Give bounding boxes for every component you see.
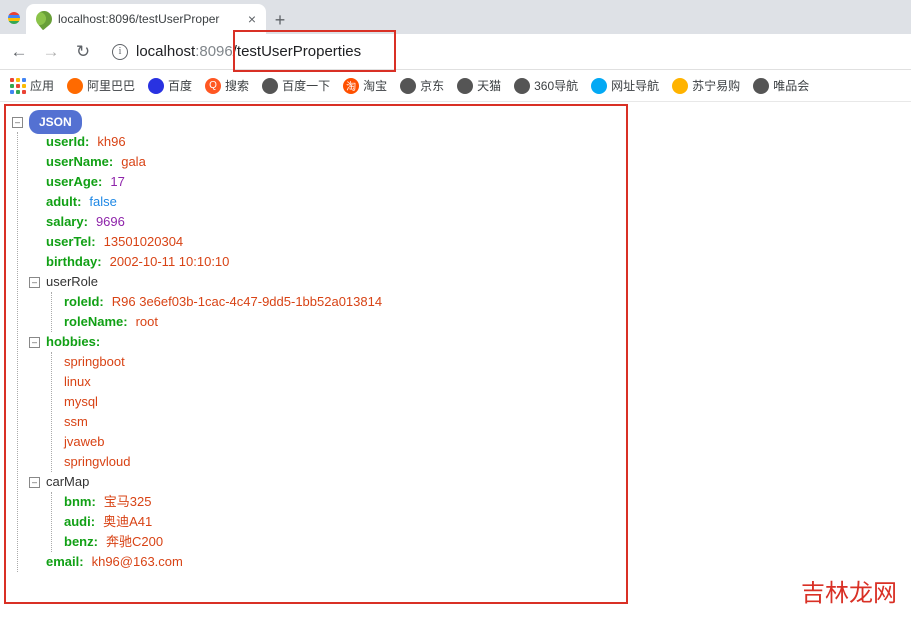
apps-label: 应用 — [30, 77, 54, 94]
json-array-item: ssm — [64, 412, 88, 432]
highlight-box — [233, 30, 396, 72]
json-array-item: jvaweb — [64, 432, 104, 452]
url-host: localhost — [136, 43, 195, 60]
json-array-item: springboot — [64, 352, 125, 372]
json-key: adult — [46, 192, 77, 212]
json-key: birthday — [46, 252, 97, 272]
json-key-email: email — [46, 552, 79, 572]
bookmark-label: 天猫 — [477, 77, 501, 94]
spring-favicon-icon — [33, 8, 56, 31]
json-key: bnm — [64, 492, 91, 512]
json-key: userTel — [46, 232, 91, 252]
bookmark-icon — [672, 78, 688, 94]
forward-button[interactable]: → — [40, 42, 62, 62]
close-icon[interactable]: × — [248, 11, 256, 27]
back-button[interactable]: ← — [8, 42, 30, 62]
bookmark-label: 淘宝 — [363, 77, 387, 94]
bookmark-item[interactable]: Q搜索 — [205, 77, 249, 94]
bookmark-item[interactable]: 阿里巴巴 — [67, 77, 135, 94]
bookmark-label: 网址导航 — [611, 77, 659, 94]
json-value: gala — [121, 152, 146, 172]
apps-button[interactable]: 应用 — [10, 77, 54, 94]
json-value: 9696 — [96, 212, 125, 232]
collapse-icon[interactable]: – — [29, 277, 40, 288]
bookmark-label: 百度 — [168, 77, 192, 94]
bookmark-icon — [457, 78, 473, 94]
json-value: R96 3e6ef03b-1cac-4c47-9dd5-1bb52a013814 — [112, 292, 382, 312]
url-port: :8096 — [195, 43, 233, 60]
bookmark-icon — [400, 78, 416, 94]
json-viewer: – JSON userId :kh96userName :galauserAge… — [8, 112, 903, 572]
json-value: 13501020304 — [104, 232, 184, 252]
bookmark-item[interactable]: 淘淘宝 — [343, 77, 387, 94]
json-value: kh96 — [97, 132, 125, 152]
bookmark-icon — [514, 78, 530, 94]
json-value: 17 — [110, 172, 124, 192]
json-value: 宝马325 — [104, 492, 152, 512]
bookmark-item[interactable]: 百度一下 — [262, 77, 330, 94]
json-value: kh96@163.com — [92, 552, 183, 572]
bookmark-item[interactable]: 百度 — [148, 77, 192, 94]
bookmark-label: 唯品会 — [773, 77, 809, 94]
json-key-userRole: userRole — [46, 272, 98, 292]
collapse-icon[interactable]: – — [29, 337, 40, 348]
bookmark-item[interactable]: 天猫 — [457, 77, 501, 94]
json-value: root — [136, 312, 158, 332]
json-key: userAge — [46, 172, 98, 192]
bookmark-icon: Q — [205, 78, 221, 94]
bookmark-icon — [148, 78, 164, 94]
bookmark-icon: 淘 — [343, 78, 359, 94]
bookmark-label: 360导航 — [534, 77, 578, 94]
collapse-icon[interactable]: – — [29, 477, 40, 488]
json-array-item: linux — [64, 372, 91, 392]
bookmark-icon — [591, 78, 607, 94]
tab-bar: localhost:8096/testUserProper × + — [0, 0, 911, 34]
json-array-item: springvloud — [64, 452, 131, 472]
json-value: 奥迪A41 — [103, 512, 152, 532]
json-key-hobbies: hobbies — [46, 332, 96, 352]
json-key: benz — [64, 532, 94, 552]
bookmark-label: 百度一下 — [282, 77, 330, 94]
json-key: audi — [64, 512, 91, 532]
json-key: userId — [46, 132, 85, 152]
bookmark-item[interactable]: 网址导航 — [591, 77, 659, 94]
reload-button[interactable]: ↻ — [72, 42, 94, 62]
browser-tab[interactable]: localhost:8096/testUserProper × — [26, 4, 266, 34]
json-value: 2002-10-11 10:10:10 — [110, 252, 230, 272]
bookmark-bar: 应用 阿里巴巴 百度 Q搜索 百度一下淘淘宝 京东 天猫 360导航 网址导航 苏宁易购 唯品会 — [0, 70, 911, 102]
tab-title: localhost:8096/testUserProper — [58, 12, 219, 26]
json-key: roleName — [64, 312, 123, 332]
collapse-icon[interactable]: – — [12, 117, 23, 128]
bookmark-icon — [753, 78, 769, 94]
watermark: 吉林龙网 — [801, 573, 897, 608]
bookmark-item[interactable]: 京东 — [400, 77, 444, 94]
chrome-logo-icon — [8, 12, 20, 24]
bookmark-icon — [67, 78, 83, 94]
bookmark-label: 搜索 — [225, 77, 249, 94]
json-value: false — [89, 192, 116, 212]
bookmark-item[interactable]: 苏宁易购 — [672, 77, 740, 94]
json-root-badge[interactable]: JSON — [29, 110, 82, 134]
bookmark-item[interactable]: 唯品会 — [753, 77, 809, 94]
bookmark-label: 京东 — [420, 77, 444, 94]
json-array-item: mysql — [64, 392, 98, 412]
json-key: salary — [46, 212, 84, 232]
bookmark-icon — [262, 78, 278, 94]
info-icon[interactable]: i — [112, 44, 128, 60]
json-value: 奔驰C200 — [106, 532, 163, 552]
apps-icon — [10, 78, 26, 94]
json-key: userName — [46, 152, 109, 172]
json-key-carMap: carMap — [46, 472, 89, 492]
page-content: – JSON userId :kh96userName :galauserAge… — [0, 102, 911, 582]
json-key: roleId — [64, 292, 99, 312]
bookmark-label: 苏宁易购 — [692, 77, 740, 94]
bookmark-item[interactable]: 360导航 — [514, 77, 578, 94]
address-bar: ← → ↻ i localhost:8096/testUserPropertie… — [0, 34, 911, 70]
bookmark-label: 阿里巴巴 — [87, 77, 135, 94]
